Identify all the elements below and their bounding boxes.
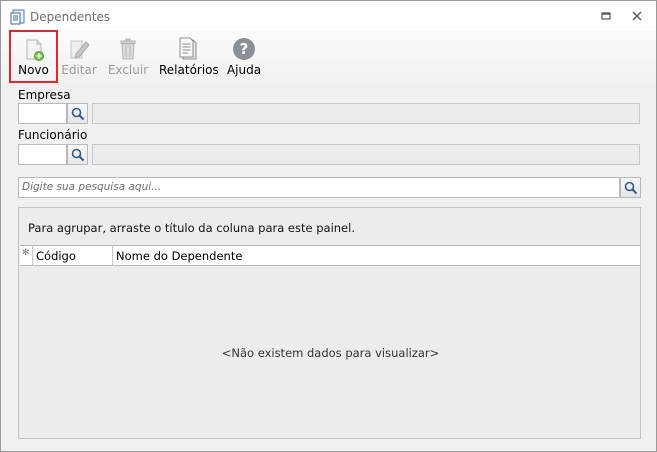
empresa-label: Empresa bbox=[18, 88, 71, 102]
dependents-grid[interactable]: Para agrupar, arraste o título da coluna… bbox=[18, 207, 641, 439]
restore-window-icon[interactable] bbox=[599, 9, 613, 23]
search-icon bbox=[624, 181, 638, 195]
empresa-lookup-button[interactable] bbox=[67, 103, 88, 124]
empresa-description bbox=[92, 103, 640, 124]
toolbar: Novo Editar Excluir Relatórios ? Ajuda bbox=[1, 30, 656, 83]
column-header-codigo[interactable]: Código bbox=[33, 246, 113, 265]
trash-icon bbox=[120, 38, 136, 60]
funcionario-lookup-button[interactable] bbox=[67, 144, 88, 165]
excluir-button[interactable]: Excluir bbox=[107, 31, 149, 81]
close-window-icon[interactable] bbox=[630, 9, 644, 23]
editar-button[interactable]: Editar bbox=[61, 31, 97, 81]
report-icon bbox=[179, 37, 196, 60]
empty-grid-message: <Não existem dados para visualizar> bbox=[221, 346, 440, 360]
ajuda-button[interactable]: ? Ajuda bbox=[225, 31, 263, 81]
grid-header: ✻ Código Nome do Dependente bbox=[20, 245, 640, 266]
empresa-code-input[interactable] bbox=[18, 103, 67, 124]
relatorios-button[interactable]: Relatórios bbox=[159, 31, 219, 81]
novo-label: Novo bbox=[18, 63, 49, 77]
column-header-nome-dependente[interactable]: Nome do Dependente bbox=[113, 246, 640, 265]
window-title: Dependentes bbox=[30, 10, 111, 24]
relatorios-label: Relatórios bbox=[159, 63, 219, 77]
new-document-icon bbox=[26, 39, 44, 61]
novo-button[interactable]: Novo bbox=[9, 30, 58, 83]
search-button[interactable] bbox=[620, 177, 641, 198]
editar-label: Editar bbox=[61, 63, 97, 77]
funcionario-label: Funcionário bbox=[18, 128, 88, 142]
app-icon bbox=[10, 9, 25, 25]
title-bar: Dependentes bbox=[1, 1, 656, 31]
funcionario-description bbox=[92, 144, 640, 165]
svg-text:?: ? bbox=[240, 40, 249, 58]
edit-pencil-icon bbox=[70, 40, 90, 59]
dependentes-window: Dependentes Novo Editar Excluir Relatóri… bbox=[0, 0, 657, 452]
ajuda-label: Ajuda bbox=[226, 63, 262, 77]
search-input[interactable]: Digite sua pesquisa aqui... bbox=[18, 177, 620, 198]
group-by-panel[interactable]: Para agrupar, arraste o título da coluna… bbox=[28, 221, 355, 235]
funcionario-code-input[interactable] bbox=[18, 144, 67, 165]
search-icon bbox=[71, 148, 85, 162]
help-icon: ? bbox=[233, 38, 255, 60]
row-indicator-icon: ✻ bbox=[20, 246, 33, 265]
search-icon bbox=[71, 107, 85, 121]
excluir-label: Excluir bbox=[107, 63, 149, 77]
